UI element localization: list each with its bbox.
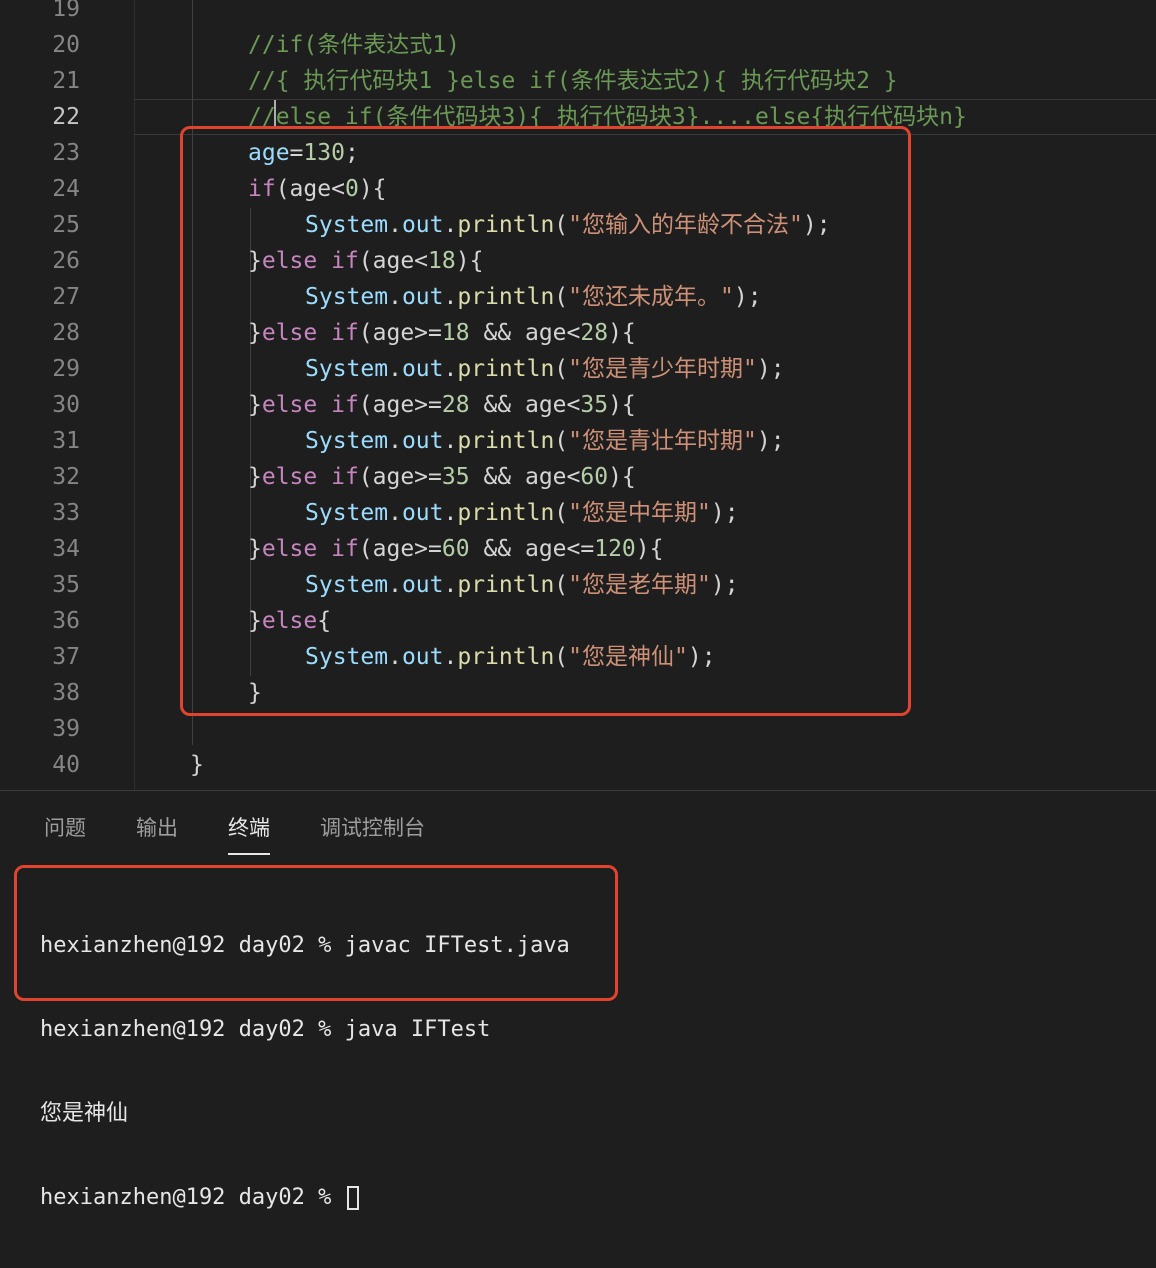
tab-problems[interactable]: 问题 — [44, 813, 86, 853]
panel-tabs: 问题 输出 终端 调试控制台 — [0, 791, 1156, 861]
terminal-cursor — [346, 1186, 359, 1210]
terminal-line: 您是神仙 — [40, 1101, 129, 1126]
terminal-highlight-box — [14, 865, 618, 1001]
code-token: //if(条件表达式1) — [248, 32, 460, 58]
code-line: } — [0, 747, 1156, 783]
terminal-line: hexianzhen@192 day02 % java IFTest — [40, 1017, 491, 1042]
tab-terminal[interactable]: 终端 — [228, 813, 270, 855]
terminal-line: hexianzhen@192 day02 % — [40, 1185, 345, 1210]
code-line: //{ 执行代码块1 }else if(条件表达式2){ 执行代码块2 } — [0, 63, 1156, 99]
text-cursor — [274, 100, 276, 128]
code-token: } — [190, 752, 204, 778]
code-editor[interactable]: 19 20//if(条件表达式1) 21//{ 执行代码块1 }else if(条件… — [0, 0, 1156, 790]
terminal-prompt: hexianzhen@192 day02 % — [40, 1184, 570, 1212]
bottom-panel: 问题 输出 终端 调试控制台 hexianzhen@192 day02 % ja… — [0, 790, 1156, 1210]
code-highlight-box — [180, 126, 911, 716]
tab-debug-console[interactable]: 调试控制台 — [320, 813, 425, 853]
tab-output[interactable]: 输出 — [136, 813, 178, 853]
code-token: //{ 执行代码块1 }else if(条件表达式2){ 执行代码块2 } — [248, 68, 898, 94]
code-line: //if(条件表达式1) — [0, 27, 1156, 63]
